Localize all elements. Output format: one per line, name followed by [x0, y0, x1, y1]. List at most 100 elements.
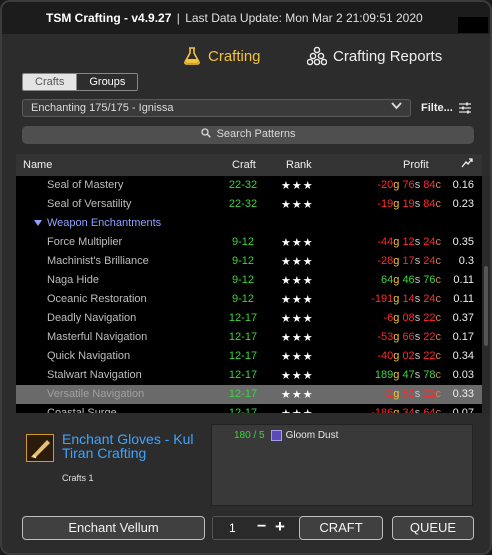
ratio-value: 0.03 — [452, 369, 474, 381]
profit-g-value: -191 — [371, 293, 394, 305]
app-version: - v4.9.27 — [124, 11, 172, 25]
craft-range: 12-17 — [228, 369, 258, 381]
category-name: Weapon Enchantments — [47, 217, 162, 229]
craft-range: 12-17 — [228, 388, 258, 400]
currency-g-unit: g — [393, 331, 400, 343]
profit-s-value: 76 — [402, 179, 415, 191]
ratio-value: 0.35 — [452, 236, 474, 248]
profit-g-value: -28 — [377, 255, 394, 267]
header-tabs: Crafting Crafting Reports — [2, 46, 490, 76]
currency-g-unit: g — [393, 179, 400, 191]
currency-g-unit: g — [393, 312, 400, 324]
title-separator: | — [176, 11, 180, 25]
filter-button[interactable]: Filte... — [421, 102, 471, 114]
table-row[interactable]: Oceanic Restoration 9-12 ★★★ -191g 14s 24c 0… — [16, 290, 482, 309]
material-row[interactable]: 180 / 5 Gloom Dust — [234, 430, 338, 441]
search-icon — [200, 128, 211, 138]
table-row[interactable]: Masterful Navigation 12-17 ★★★ -53g 66s 22c… — [16, 328, 482, 347]
rank-stars: ★★★ — [281, 237, 314, 249]
recipe-list: Seal of Mastery 22-32 ★★★ -20g 76s 84c 0.16 S… — [16, 176, 482, 413]
table-row[interactable]: Naga Hide 9-12 ★★★ 64g 46s 76c 0.11 — [16, 271, 482, 290]
enchant-vellum-button[interactable]: Enchant Vellum — [22, 516, 205, 540]
currency-g-unit: g — [393, 274, 400, 286]
quantity-input[interactable]: 1 — [229, 521, 236, 535]
queue-button[interactable]: QUEUE — [392, 516, 474, 540]
craft-range: 22-32 — [228, 179, 258, 191]
currency-c-unit: c — [435, 236, 442, 248]
profit-c-value: 22 — [423, 331, 436, 343]
title-text: TSM Crafting - v4.9.27 | Last Data Updat… — [46, 11, 423, 25]
decrease-quantity-button[interactable]: − — [257, 518, 266, 536]
recipe-item-icon[interactable] — [26, 434, 54, 462]
currency-s-unit: s — [414, 350, 421, 362]
table-row[interactable]: Force Multiplier 9-12 ★★★ -44g 12s 24c 0.35 — [16, 233, 482, 252]
table-row[interactable]: Machinist's Brilliance 9-12 ★★★ -28g 17s 24… — [16, 252, 482, 271]
column-craft[interactable]: Craft — [232, 159, 256, 171]
profit-s-value: 52 — [402, 388, 415, 400]
profit-s-value: 19 — [402, 198, 415, 210]
craft-range: 9-12 — [231, 274, 255, 286]
profit-s-value: 12 — [402, 236, 415, 248]
profit-value: -19g 19s 84c — [326, 198, 441, 210]
search-input[interactable]: Search Patterns — [22, 126, 474, 144]
rank-stars: ★★★ — [281, 180, 314, 192]
profit-s-value: 02 — [402, 350, 415, 362]
table-row[interactable]: Quick Navigation 12-17 ★★★ -40g 02s 22c 0.34 — [16, 347, 482, 366]
profit-s-value: 08 — [402, 312, 415, 324]
groups-tab[interactable]: Groups — [76, 74, 138, 90]
column-name[interactable]: Name — [23, 159, 52, 171]
column-profit[interactable]: Profit — [403, 159, 429, 171]
craft-range: 12-17 — [228, 331, 258, 343]
rank-stars: ★★★ — [281, 351, 314, 363]
recipe-name: Quick Navigation — [47, 350, 131, 362]
ratio-value: 0.16 — [452, 179, 474, 191]
currency-g-unit: g — [393, 293, 400, 305]
increase-quantity-button[interactable]: + — [275, 517, 285, 537]
craft-button[interactable]: CRAFT — [299, 516, 383, 540]
table-row[interactable]: Versatile Navigation 12-17 ★★★ -2g 52s 22c 0… — [16, 385, 482, 404]
recipe-list-scrollbar[interactable] — [482, 176, 490, 413]
currency-s-unit: s — [414, 274, 421, 286]
recipe-name: Deadly Navigation — [47, 312, 137, 324]
tab-crafting-label: Crafting — [208, 47, 261, 65]
profit-g-value: 64 — [381, 274, 394, 286]
table-row[interactable]: Deadly Navigation 12-17 ★★★ -6g 08s 22c 0.37 — [16, 309, 482, 328]
recipe-table-header: Name Craft Rank Profit — [16, 154, 482, 176]
profit-s-value: 17 — [402, 255, 415, 267]
profit-value: -20g 76s 84c — [326, 179, 441, 191]
ratio-value: 0.11 — [453, 293, 474, 305]
profit-value: -2g 52s 22c — [326, 388, 441, 400]
rank-stars: ★★★ — [281, 389, 314, 401]
profit-value: -28g 17s 24c — [326, 255, 441, 267]
trend-icon[interactable] — [461, 157, 473, 172]
currency-g-unit: g — [393, 388, 400, 400]
profit-c-value: 24 — [423, 255, 436, 267]
recipe-name: Seal of Mastery — [47, 179, 124, 191]
profession-dropdown[interactable]: Enchanting 175/175 - Ignissa — [22, 99, 411, 117]
close-button[interactable] — [458, 17, 488, 33]
table-row[interactable]: Seal of Mastery 22-32 ★★★ -20g 76s 84c 0.16 — [16, 176, 482, 195]
tab-crafting-reports-label: Crafting Reports — [333, 47, 443, 65]
profit-g-value: -53 — [377, 331, 394, 343]
profession-dropdown-value: Enchanting 175/175 - Ignissa — [31, 102, 174, 114]
collapse-triangle-icon[interactable] — [34, 218, 42, 230]
table-row[interactable]: Seal of Versatility 22-32 ★★★ -19g 19s 84c 0… — [16, 195, 482, 214]
quantity-stepper: 1 − + — [212, 516, 302, 540]
column-rank[interactable]: Rank — [286, 159, 312, 171]
currency-c-unit: c — [435, 293, 442, 305]
tab-crafting-reports[interactable]: Crafting Reports — [307, 46, 442, 66]
tab-crafting[interactable]: Crafting — [182, 46, 261, 66]
crafts-tab[interactable]: Crafts — [23, 74, 77, 90]
profit-g-value: -44 — [377, 236, 394, 248]
profit-value: -191g 14s 24c — [326, 293, 441, 305]
currency-g-unit: g — [393, 369, 400, 381]
scrollbar-thumb[interactable] — [484, 266, 488, 346]
profit-c-value: 76 — [423, 274, 436, 286]
title-bar[interactable]: TSM Crafting - v4.9.27 | Last Data Updat… — [2, 2, 490, 34]
recipe-title[interactable]: Enchant Gloves - Kul Tiran Crafting — [62, 432, 204, 460]
currency-c-unit: c — [435, 198, 442, 210]
category-row[interactable]: Weapon Enchantments — [16, 214, 482, 233]
table-row[interactable]: Stalwart Navigation 12-17 ★★★ 189g 47s 78c 0… — [16, 366, 482, 385]
table-row[interactable]: Coastal Surge12-17★★★-186g 34s 64c0.07 — [16, 404, 482, 413]
profit-c-value: 78 — [423, 369, 436, 381]
